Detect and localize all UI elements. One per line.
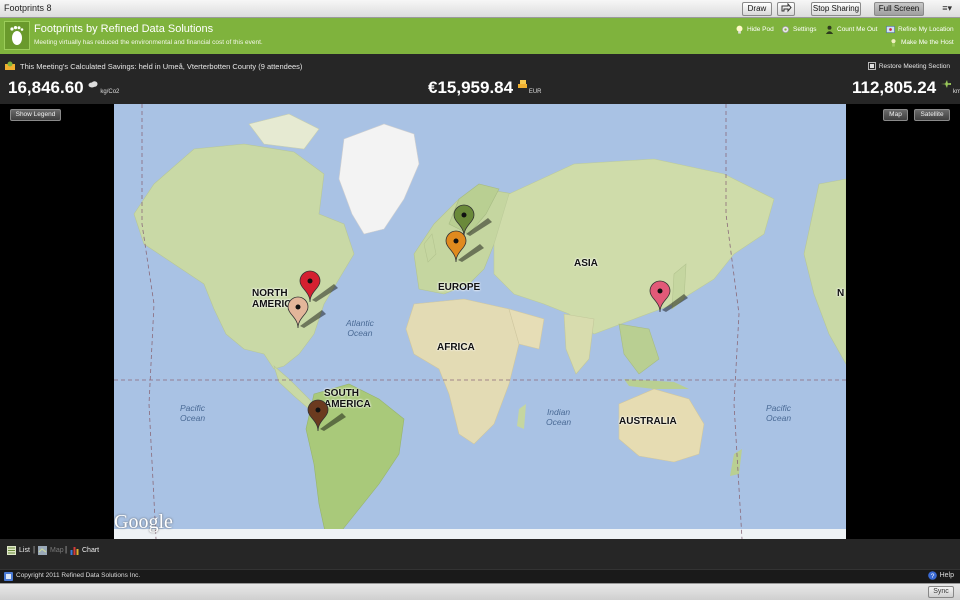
cost-value: €15,959.84 bbox=[428, 78, 514, 97]
refine-location-link[interactable]: Refine My Location bbox=[886, 25, 954, 34]
ocean-indian-line1: Indian bbox=[546, 407, 571, 417]
window-titlebar: Footprints 8 Draw Stop Sharing Full Scre… bbox=[0, 0, 960, 18]
ocean-pacific-right-line2: Ocean bbox=[766, 413, 792, 423]
ocean-label-indian: Indian Ocean bbox=[546, 407, 571, 427]
count-me-out-label: Count Me Out bbox=[837, 26, 878, 33]
settings-link[interactable]: Settings bbox=[781, 25, 817, 34]
map-location-icon bbox=[886, 25, 895, 34]
view-separator: | bbox=[65, 545, 68, 554]
cost-unit: EUR bbox=[528, 89, 542, 95]
app-title: Footprints by Refined Data Solutions bbox=[34, 23, 214, 35]
person-icon bbox=[825, 25, 834, 34]
world-map-graphic bbox=[114, 104, 846, 539]
cost-metric: €15,959.84 EUR bbox=[428, 78, 542, 98]
help-icon: ? bbox=[927, 571, 937, 580]
list-view-tab[interactable]: List bbox=[7, 546, 30, 555]
region-label-africa: AFRICA bbox=[437, 342, 475, 353]
svg-text:?: ? bbox=[930, 573, 934, 580]
map-panel: Show Legend Map Satellite NORTH AMERICA … bbox=[0, 104, 960, 539]
chart-view-label: Chart bbox=[82, 547, 100, 554]
world-map[interactable]: NORTH AMERICA EUROPE ASIA AFRICA SOUTH A… bbox=[114, 104, 846, 539]
ocean-pacific-right-line1: Pacific bbox=[766, 403, 792, 413]
pod-menu-icon[interactable]: ≡▾ bbox=[942, 3, 952, 14]
ocean-pacific-left-line2: Ocean bbox=[180, 413, 206, 423]
plane-icon bbox=[940, 80, 951, 88]
host-icon bbox=[891, 39, 896, 47]
restore-meeting-link[interactable]: Restore Meeting Section bbox=[867, 62, 950, 70]
cloud-icon bbox=[88, 81, 98, 88]
make-host-label: Make Me the Host bbox=[901, 39, 954, 46]
settings-label: Settings bbox=[793, 26, 817, 33]
copyright-text: Copyright 2011 Refined Data Solutions In… bbox=[16, 572, 141, 579]
ocean-label-pacific-left: Pacific Ocean bbox=[180, 403, 205, 423]
stop-sharing-button[interactable]: Stop Sharing bbox=[811, 2, 861, 16]
map-type-button[interactable]: Map bbox=[883, 109, 908, 121]
lightbulb-icon bbox=[736, 25, 743, 34]
footprint-icon bbox=[10, 25, 24, 45]
app-subtitle: Meeting virtually has reduced the enviro… bbox=[34, 39, 263, 46]
savings-label: This Meeting's Calculated Savings: held … bbox=[20, 62, 303, 71]
attendee-pin-south-america[interactable] bbox=[306, 399, 346, 435]
app-header: Footprints by Refined Data Solutions Mee… bbox=[0, 18, 960, 54]
region-label-australia: AUSTRALIA bbox=[619, 416, 677, 427]
region-label-asia: ASIA bbox=[574, 258, 598, 269]
show-legend-button[interactable]: Show Legend bbox=[10, 109, 61, 121]
coins-icon bbox=[517, 80, 527, 88]
draw-button[interactable]: Draw bbox=[742, 2, 772, 16]
refine-location-label: Refine My Location bbox=[898, 26, 954, 33]
map-view-tab[interactable]: Map bbox=[38, 546, 64, 555]
restore-label: Restore Meeting Section bbox=[878, 62, 950, 70]
map-icon bbox=[38, 546, 47, 555]
satellite-type-button[interactable]: Satellite bbox=[914, 109, 950, 121]
list-icon bbox=[7, 546, 16, 555]
sync-button[interactable]: Sync bbox=[928, 586, 954, 598]
savings-icon bbox=[5, 61, 15, 70]
pod-statusbar: Sync bbox=[0, 583, 960, 600]
ocean-pacific-left-line1: Pacific bbox=[180, 403, 206, 413]
co2-metric: 16,846.60 kg/Co2 bbox=[8, 78, 119, 98]
restore-icon bbox=[867, 62, 876, 70]
distance-unit: km bbox=[952, 89, 960, 95]
hide-pod-label: Hide Pod bbox=[747, 26, 774, 33]
region-south-america-line1: SOUTH bbox=[324, 388, 359, 399]
map-view-label: Map bbox=[50, 547, 64, 554]
share-screen-icon[interactable] bbox=[777, 2, 795, 16]
window-title: Footprints 8 bbox=[4, 3, 52, 13]
ocean-atlantic-line2: Ocean bbox=[347, 328, 373, 338]
count-me-out-link[interactable]: Count Me Out bbox=[825, 25, 877, 34]
google-logo[interactable]: Google bbox=[114, 511, 173, 534]
co2-unit: kg/Co2 bbox=[100, 89, 120, 95]
help-link[interactable]: ? Help bbox=[927, 571, 954, 580]
region-label-europe: EUROPE bbox=[438, 282, 481, 293]
footprints-app: Footprints 8 Draw Stop Sharing Full Scre… bbox=[0, 0, 960, 600]
list-view-label: List bbox=[19, 547, 30, 554]
ocean-indian-line2: Ocean bbox=[546, 417, 572, 427]
attendee-pin-sweden-south[interactable] bbox=[444, 230, 484, 266]
attendee-pin-japan[interactable] bbox=[648, 280, 688, 316]
attendee-pin-usa-south[interactable] bbox=[286, 296, 326, 332]
help-label: Help bbox=[939, 572, 954, 579]
chart-view-tab[interactable]: Chart bbox=[70, 546, 99, 555]
distance-metric: 112,805.24 km bbox=[852, 78, 960, 98]
footprints-logo bbox=[4, 21, 30, 50]
hide-pod-link[interactable]: Hide Pod bbox=[735, 25, 774, 34]
region-label-north-america-repeat: N bbox=[837, 288, 845, 299]
savings-panel: This Meeting's Calculated Savings: held … bbox=[0, 54, 960, 104]
distance-value: 112,805.24 bbox=[852, 78, 937, 97]
gear-icon bbox=[781, 25, 790, 34]
ocean-atlantic-line1: Atlantic bbox=[346, 318, 374, 328]
view-separator: | bbox=[33, 545, 36, 554]
pod-options-icon[interactable] bbox=[4, 572, 13, 581]
ocean-label-pacific-right: Pacific Ocean bbox=[766, 403, 791, 423]
make-host-link[interactable]: Make Me the Host bbox=[889, 38, 954, 47]
co2-value: 16,846.60 bbox=[8, 78, 84, 97]
full-screen-button[interactable]: Full Screen bbox=[874, 2, 924, 16]
bar-chart-icon bbox=[70, 547, 79, 555]
view-switcher: List | Map | Chart bbox=[0, 539, 960, 569]
ocean-label-atlantic: Atlantic Ocean bbox=[346, 318, 374, 338]
pod-footer: Copyright 2011 Refined Data Solutions In… bbox=[0, 569, 960, 583]
